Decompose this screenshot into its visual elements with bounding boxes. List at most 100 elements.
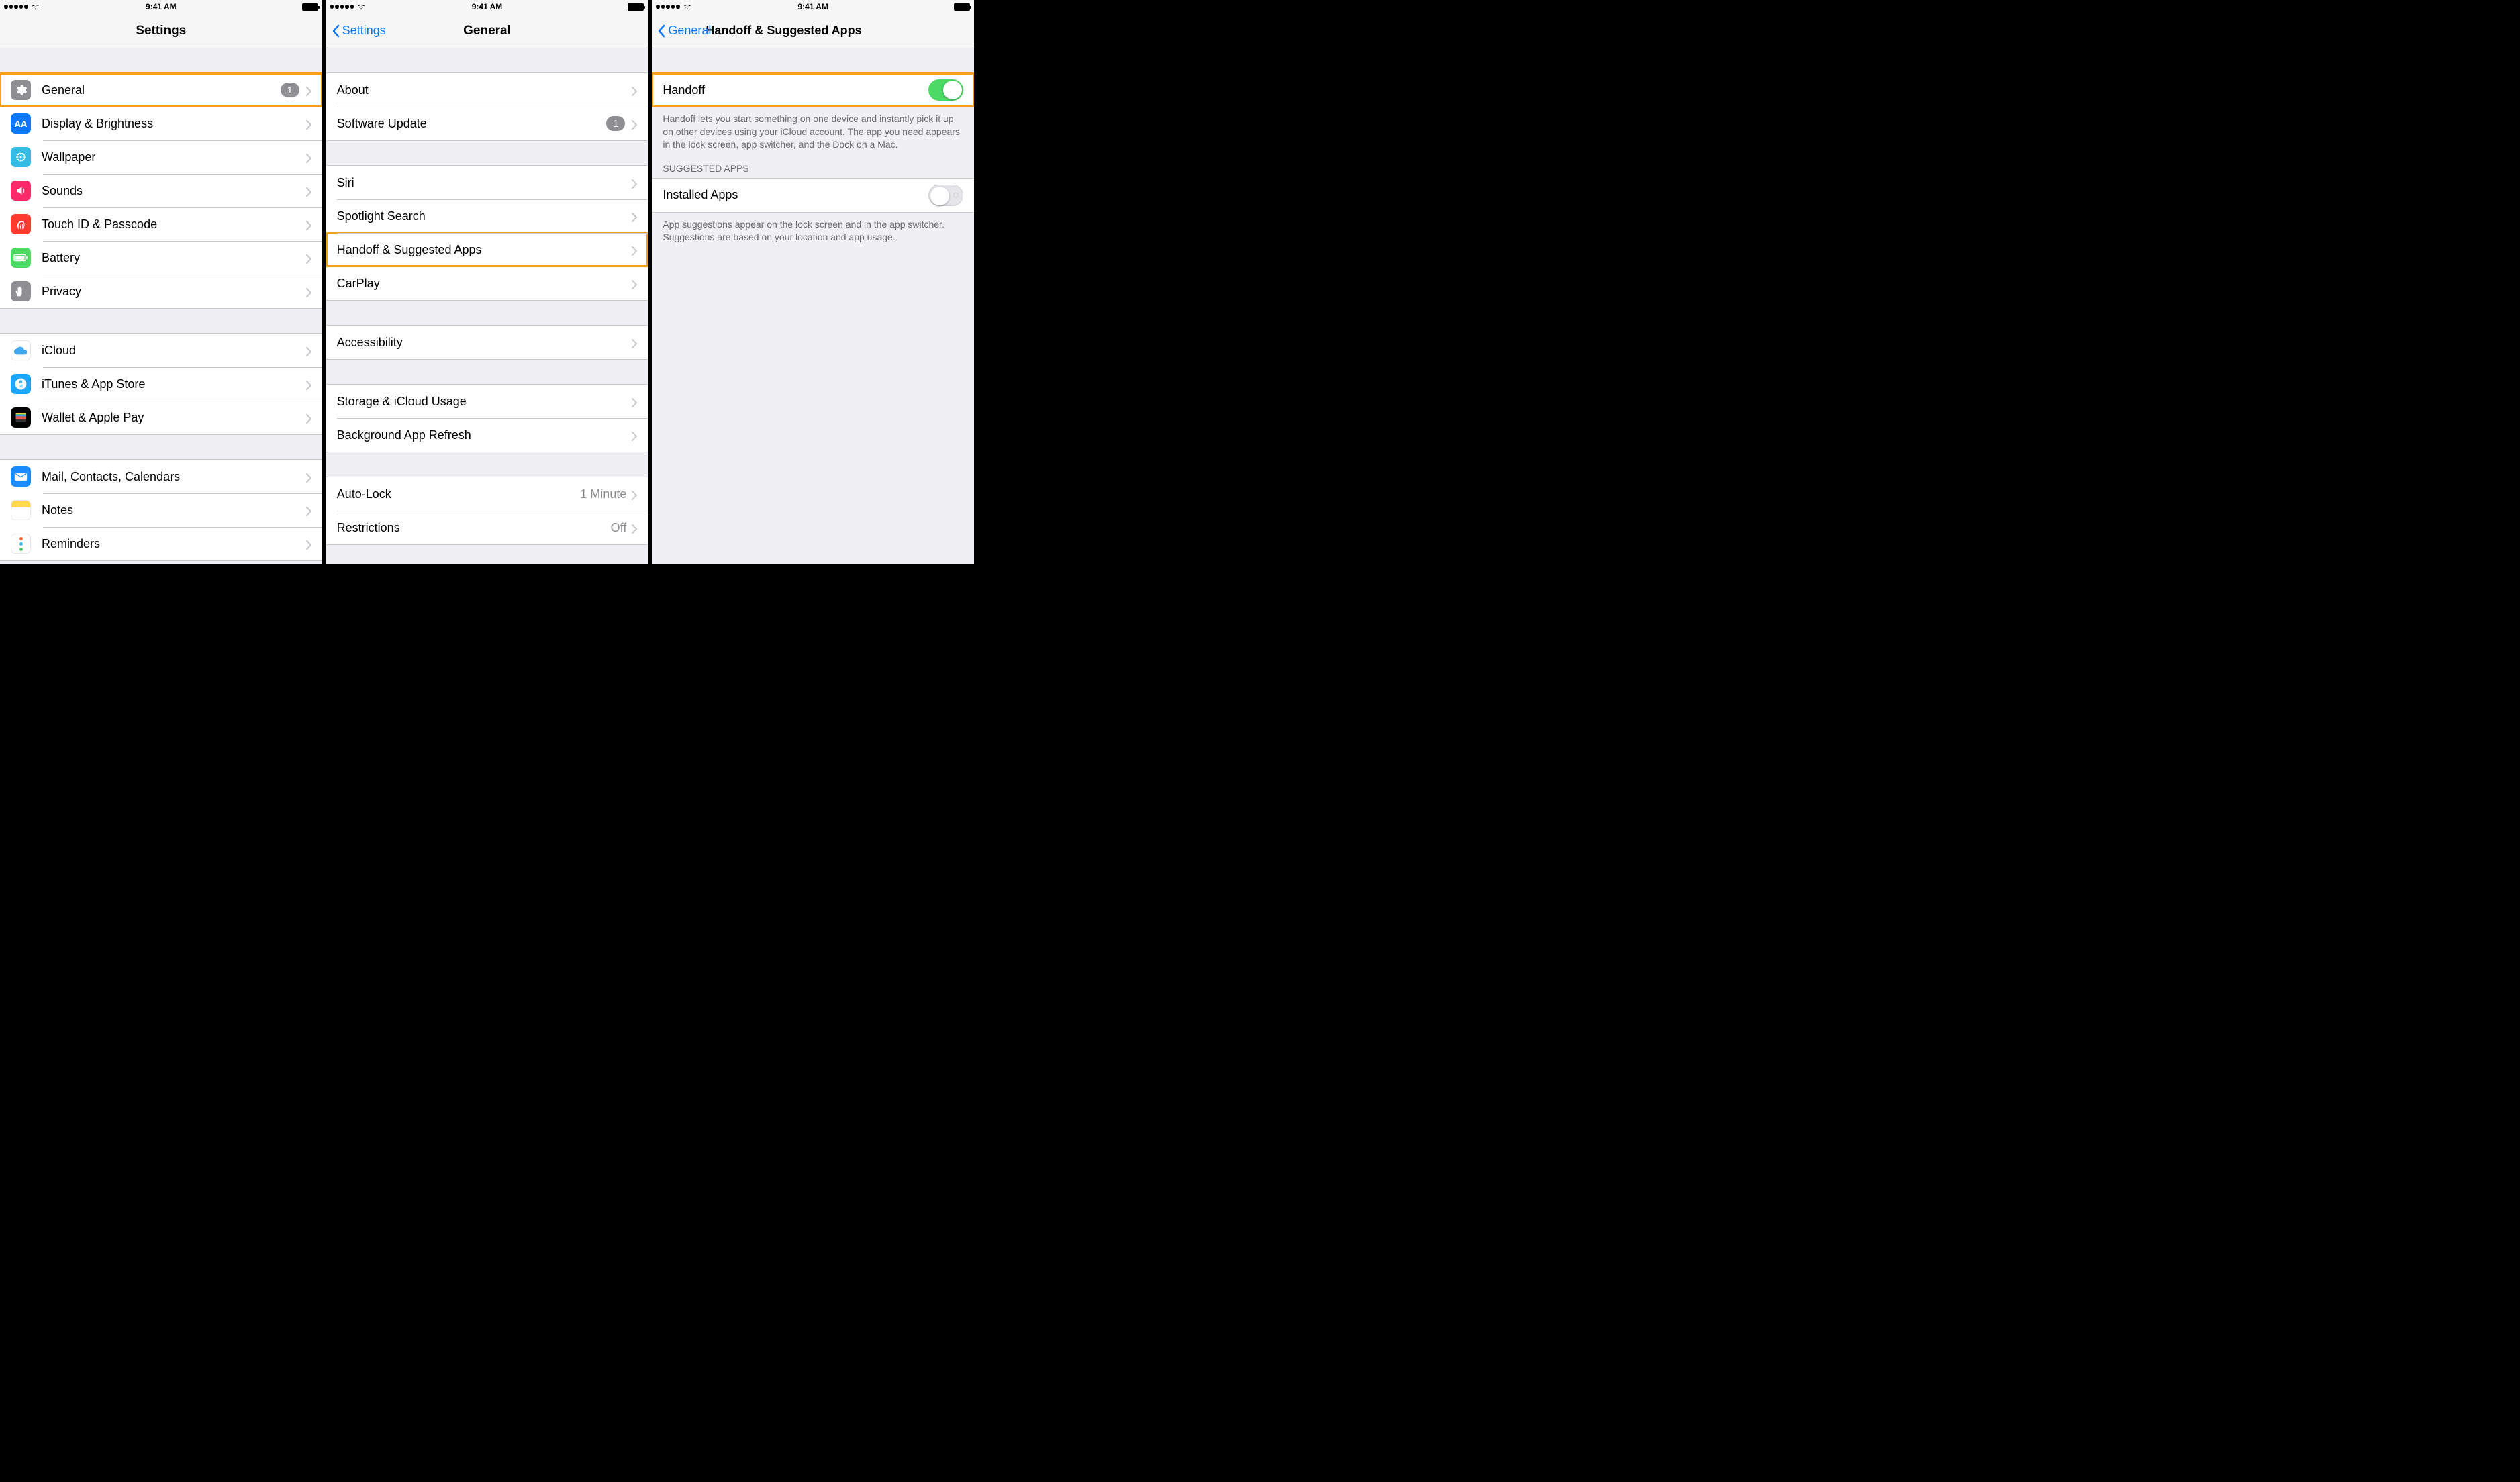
screen-settings: 9:41 AM Settings General 1 AA Display & … xyxy=(0,0,326,564)
chevron-right-icon xyxy=(632,245,637,254)
row-storage[interactable]: Storage & iCloud Usage xyxy=(326,385,648,418)
row-restrictions[interactable]: Restrictions Off xyxy=(326,511,648,544)
handoff-footer: Handoff lets you start something on one … xyxy=(652,107,974,151)
chevron-right-icon xyxy=(306,119,311,128)
chevron-right-icon xyxy=(632,178,637,187)
row-touch-id[interactable]: Touch ID & Passcode xyxy=(0,207,322,241)
row-label: Touch ID & Passcode xyxy=(42,217,306,232)
row-general[interactable]: General 1 xyxy=(0,73,322,107)
row-label: About xyxy=(337,83,632,97)
row-privacy[interactable]: Privacy xyxy=(0,275,322,308)
chevron-right-icon xyxy=(306,186,311,195)
chevron-right-icon xyxy=(632,119,637,128)
row-label: Accessibility xyxy=(337,336,632,350)
row-label: Auto-Lock xyxy=(337,487,581,501)
display-icon: AA xyxy=(11,113,31,134)
battery-icon xyxy=(11,248,31,268)
nav-bar: Settings General xyxy=(326,13,648,48)
chevron-right-icon xyxy=(632,397,637,406)
row-label: Display & Brightness xyxy=(42,117,306,131)
row-sounds[interactable]: Sounds xyxy=(0,174,322,207)
row-background-refresh[interactable]: Background App Refresh xyxy=(326,418,648,452)
row-wallpaper[interactable]: Wallpaper xyxy=(0,140,322,174)
wallpaper-icon xyxy=(11,147,31,167)
chevron-right-icon xyxy=(306,287,311,296)
badge: 1 xyxy=(606,116,625,131)
status-bar: 9:41 AM xyxy=(326,0,648,13)
status-time: 9:41 AM xyxy=(0,2,322,11)
back-label: Settings xyxy=(342,23,386,38)
row-siri[interactable]: Siri xyxy=(326,166,648,199)
settings-content[interactable]: General 1 AA Display & Brightness Wallpa… xyxy=(0,48,322,564)
chevron-right-icon xyxy=(306,379,311,389)
battery-icon xyxy=(954,3,970,11)
row-accessibility[interactable]: Accessibility xyxy=(326,326,648,359)
sounds-icon xyxy=(11,181,31,201)
fingerprint-icon xyxy=(11,214,31,234)
back-button[interactable]: General xyxy=(657,23,711,38)
row-itunes-appstore[interactable]: iTunes & App Store xyxy=(0,367,322,401)
row-software-update[interactable]: Software Update 1 xyxy=(326,107,648,140)
row-detail: Off xyxy=(611,521,627,535)
row-label: Wallpaper xyxy=(42,150,306,164)
row-label: Software Update xyxy=(337,117,607,131)
row-mail-contacts[interactable]: Mail, Contacts, Calendars xyxy=(0,460,322,493)
row-about[interactable]: About xyxy=(326,73,648,107)
row-handoff-suggested[interactable]: Handoff & Suggested Apps xyxy=(326,233,648,266)
reminders-icon xyxy=(11,534,31,554)
hand-icon xyxy=(11,281,31,301)
badge: 1 xyxy=(281,83,299,97)
status-time: 9:41 AM xyxy=(652,2,974,11)
chevron-back-icon xyxy=(332,24,340,38)
row-label: Spotlight Search xyxy=(337,209,632,224)
row-reminders[interactable]: Reminders xyxy=(0,527,322,560)
row-label: Restrictions xyxy=(337,521,611,535)
row-notes[interactable]: Notes xyxy=(0,493,322,527)
general-content[interactable]: About Software Update 1 Siri Spotlight S… xyxy=(326,48,648,564)
row-label: Battery xyxy=(42,251,306,265)
handoff-content[interactable]: Handoff Handoff lets you start something… xyxy=(652,48,974,564)
row-label: iTunes & App Store xyxy=(42,377,306,391)
status-bar: 9:41 AM xyxy=(652,0,974,13)
row-spotlight[interactable]: Spotlight Search xyxy=(326,199,648,233)
row-wallet[interactable]: Wallet & Apple Pay xyxy=(0,401,322,434)
row-installed-apps[interactable]: Installed Apps xyxy=(652,179,974,212)
row-battery[interactable]: Battery xyxy=(0,241,322,275)
row-label: Handoff & Suggested Apps xyxy=(337,243,632,257)
chevron-right-icon xyxy=(632,279,637,288)
chevron-right-icon xyxy=(306,253,311,262)
row-display-brightness[interactable]: AA Display & Brightness xyxy=(0,107,322,140)
chevron-right-icon xyxy=(632,489,637,499)
battery-icon xyxy=(302,3,318,11)
installed-apps-switch[interactable] xyxy=(928,185,963,206)
chevron-right-icon xyxy=(306,413,311,422)
screen-handoff: 9:41 AM General Handoff & Suggested Apps… xyxy=(652,0,978,564)
mail-icon xyxy=(11,466,31,487)
row-label: Notes xyxy=(42,503,306,517)
chevron-right-icon xyxy=(306,152,311,162)
row-label: Siri xyxy=(337,176,632,190)
row-detail: 1 Minute xyxy=(580,487,626,501)
chevron-right-icon xyxy=(632,338,637,347)
notes-icon xyxy=(11,500,31,520)
page-title: Settings xyxy=(0,23,322,38)
row-icloud[interactable]: iCloud xyxy=(0,334,322,367)
suggested-footer: App suggestions appear on the lock scree… xyxy=(652,213,974,244)
chevron-right-icon xyxy=(632,430,637,440)
row-carplay[interactable]: CarPlay xyxy=(326,266,648,300)
suggested-apps-header: SUGGESTED APPS xyxy=(652,151,974,178)
row-label: Storage & iCloud Usage xyxy=(337,395,632,409)
row-auto-lock[interactable]: Auto-Lock 1 Minute xyxy=(326,477,648,511)
back-button[interactable]: Settings xyxy=(332,23,386,38)
row-label: Wallet & Apple Pay xyxy=(42,411,306,425)
row-label: Sounds xyxy=(42,184,306,198)
status-bar: 9:41 AM xyxy=(0,0,322,13)
chevron-right-icon xyxy=(632,523,637,532)
screen-general: 9:41 AM Settings General About Software … xyxy=(326,0,652,564)
row-label: General xyxy=(42,83,281,97)
row-label: Installed Apps xyxy=(663,188,928,202)
row-handoff-toggle[interactable]: Handoff xyxy=(652,73,974,107)
handoff-switch[interactable] xyxy=(928,79,963,101)
chevron-right-icon xyxy=(306,539,311,548)
chevron-right-icon xyxy=(632,85,637,95)
